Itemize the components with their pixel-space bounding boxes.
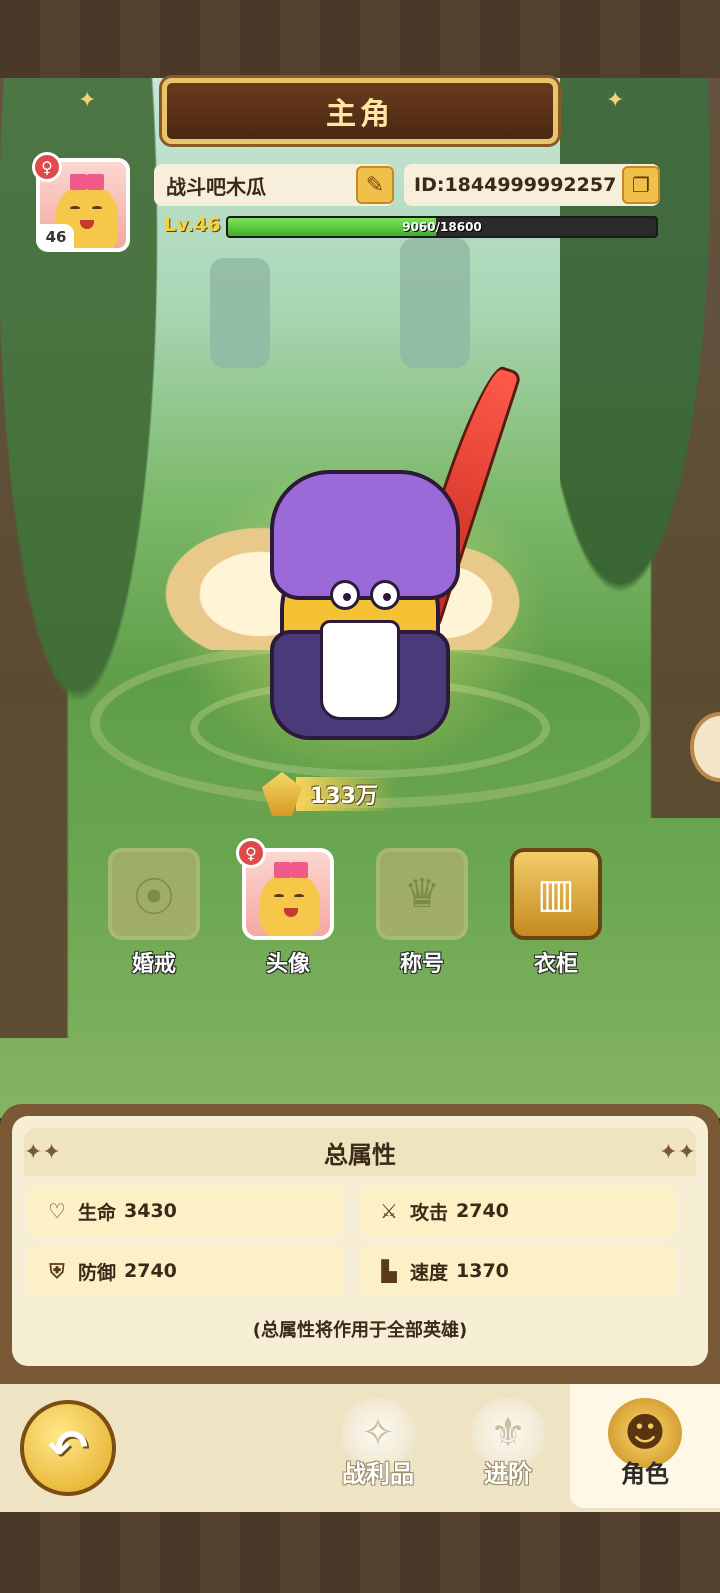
sparkle-icon: ✦✦ bbox=[659, 1140, 696, 1165]
hero-hair bbox=[270, 470, 460, 600]
xp-progress-bar: 9060/18600 bbox=[226, 216, 658, 238]
bow-icon bbox=[274, 862, 308, 878]
player-id: ID:1844999992257 bbox=[414, 174, 617, 196]
title-button[interactable]: ♛ 称号 bbox=[374, 848, 470, 978]
rock bbox=[400, 238, 470, 368]
avatar-label: 头像 bbox=[265, 952, 310, 977]
stat-value: 3430 bbox=[124, 1200, 177, 1222]
avatar-level-badge: 46 bbox=[38, 224, 74, 250]
combat-power: 133万 bbox=[262, 772, 462, 816]
bow-icon bbox=[70, 174, 104, 190]
nav-loot-label: 战利品 bbox=[342, 1460, 414, 1488]
nav-character-label: 角色 bbox=[621, 1460, 669, 1488]
stat-name: 速度 bbox=[410, 1261, 449, 1284]
copy-icon: ❐ bbox=[632, 173, 650, 197]
title-plate: 主角 bbox=[162, 78, 558, 144]
top-frame bbox=[0, 0, 720, 78]
female-gender-icon: ♀ bbox=[236, 838, 266, 868]
stat-value: 2740 bbox=[124, 1260, 177, 1282]
attack-icon: ⚔ bbox=[380, 1199, 398, 1223]
wardrobe-label: 衣柜 bbox=[533, 952, 578, 977]
wardrobe-icon: ▥ bbox=[510, 848, 602, 940]
wing-left bbox=[140, 510, 290, 650]
heart-icon: ♡ bbox=[48, 1199, 66, 1223]
stat-defense: ⛨ 防御 2740 bbox=[28, 1246, 344, 1296]
stat-name: 防御 bbox=[78, 1261, 117, 1284]
back-button[interactable]: ↶ bbox=[20, 1400, 116, 1496]
xp-progress-text: 9060/18600 bbox=[402, 220, 482, 234]
shield-icon: ⛨ bbox=[49, 1259, 65, 1283]
pencil-icon: ✎ bbox=[365, 172, 385, 198]
sparkle-left-icon: ✦ bbox=[78, 88, 97, 113]
title-label: 称号 bbox=[399, 952, 444, 977]
nav-advance-label: 进阶 bbox=[484, 1460, 532, 1488]
hero-character bbox=[140, 360, 540, 770]
back-arrow-icon: ↶ bbox=[47, 1420, 89, 1476]
combat-power-value: 133万 bbox=[296, 777, 396, 811]
bottom-frame bbox=[0, 1512, 720, 1593]
nav-advance[interactable]: ⚜ 进阶 bbox=[448, 1398, 568, 1489]
stat-value: 2740 bbox=[456, 1200, 509, 1222]
player-name: 战斗吧木瓜 bbox=[166, 174, 266, 199]
edit-name-button[interactable]: ✎ bbox=[356, 166, 394, 204]
stat-name: 攻击 bbox=[410, 1201, 449, 1224]
wardrobe-button[interactable]: ▥ 衣柜 bbox=[508, 848, 604, 978]
crown-icon: ♛ bbox=[376, 848, 468, 940]
female-gender-icon: ♀ bbox=[32, 152, 62, 182]
sparkle-icon: ✦✦ bbox=[24, 1140, 61, 1165]
sparkle-right-icon: ✦ bbox=[606, 88, 625, 113]
nav-loot[interactable]: ✧ 战利品 bbox=[318, 1398, 438, 1489]
ring-button[interactable]: ⦿ 婚戒 bbox=[106, 848, 202, 978]
attributes-panel-inner: 总属性 ✦✦ ✦✦ ♡ 生命 3430 ⚔ 攻击 2740 ⛨ 防御 2740 … bbox=[12, 1116, 708, 1366]
rock bbox=[210, 258, 270, 368]
stat-speed: ▙ 速度 1370 bbox=[360, 1246, 676, 1296]
stat-value: 1370 bbox=[456, 1260, 509, 1282]
boot-icon: ▙ bbox=[381, 1259, 397, 1283]
ring-label: 婚戒 bbox=[131, 952, 176, 977]
stat-attack: ⚔ 攻击 2740 bbox=[360, 1186, 676, 1236]
hero-apron bbox=[320, 620, 400, 720]
level-label: Lv.46 bbox=[164, 214, 221, 236]
stat-name: 生命 bbox=[78, 1201, 117, 1224]
attributes-title: 总属性 bbox=[324, 1140, 396, 1169]
ring-icon: ⦿ bbox=[108, 848, 200, 940]
attributes-panel: 总属性 ✦✦ ✦✦ ♡ 生命 3430 ⚔ 攻击 2740 ⛨ 防御 2740 … bbox=[0, 1104, 720, 1384]
attributes-note: (总属性将作用于全部英雄) bbox=[252, 1320, 468, 1341]
nav-character[interactable]: ☻ 角色 bbox=[570, 1384, 720, 1508]
page-title: 主角 bbox=[326, 97, 394, 132]
attributes-header: 总属性 bbox=[24, 1128, 696, 1176]
copy-id-button[interactable]: ❐ bbox=[622, 166, 660, 204]
stat-hp: ♡ 生命 3430 bbox=[28, 1186, 344, 1236]
